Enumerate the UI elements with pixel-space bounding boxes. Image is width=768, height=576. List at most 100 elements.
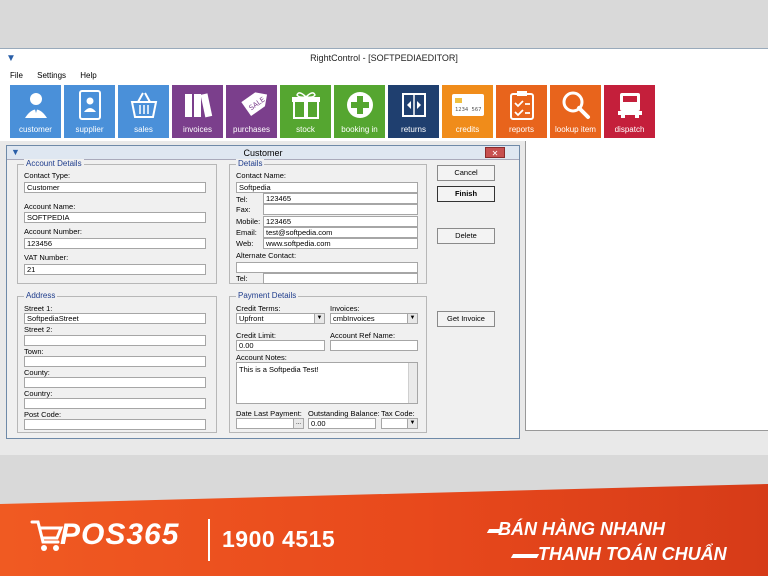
- toolbar-button-sales[interactable]: sales: [118, 85, 169, 138]
- return-box-icon: [388, 90, 439, 120]
- dialog-title-bar: ▼ Customer ✕: [7, 146, 519, 160]
- notes-scrollbar[interactable]: [408, 363, 417, 403]
- account-notes-textarea[interactable]: This is a Softpedia Test!: [236, 362, 418, 404]
- street1-label: Street 1:: [24, 304, 53, 313]
- slogan-stripe: [510, 554, 540, 558]
- credit-terms-value: Upfront: [239, 314, 264, 323]
- menu-help[interactable]: Help: [80, 68, 96, 83]
- toolbar-button-reports[interactable]: reports: [496, 85, 547, 138]
- toolbar-button-customer[interactable]: customer: [10, 85, 61, 138]
- toolbar-button-purchases[interactable]: SALE purchases: [226, 85, 277, 138]
- toolbar-label: dispatch: [614, 125, 645, 134]
- fax-label: Fax:: [236, 205, 251, 214]
- country-field[interactable]: [24, 398, 206, 409]
- menu-settings[interactable]: Settings: [37, 68, 66, 83]
- toolbar-button-dispatch[interactable]: dispatch: [604, 85, 655, 138]
- finish-button[interactable]: Finish: [437, 186, 495, 202]
- chevron-down-icon[interactable]: ▼: [314, 314, 324, 323]
- street1-field[interactable]: SoftpediaStreet: [24, 313, 206, 324]
- contact-name-label: Contact Name:: [236, 171, 287, 180]
- account-number-field[interactable]: 123456: [24, 238, 206, 249]
- toolbar-button-booking-in[interactable]: booking in: [334, 85, 385, 138]
- clipboard-icon: [496, 90, 547, 120]
- magnifier-icon: [550, 90, 601, 120]
- workspace: ▼ Customer ✕ Account Details Contact Typ…: [0, 141, 768, 455]
- dialog-close-button[interactable]: ✕: [485, 147, 505, 158]
- menu-file[interactable]: File: [10, 68, 23, 83]
- contact-type-field[interactable]: Customer: [24, 182, 206, 193]
- mobile-field[interactable]: 123465: [263, 216, 418, 227]
- slogan-line-2: THANH TOÁN CHUẨN: [538, 544, 727, 564]
- email-field[interactable]: test@softpedia.com: [263, 227, 418, 238]
- street2-label: Street 2:: [24, 325, 53, 334]
- toolbar-label: supplier: [75, 125, 104, 134]
- mobile-label: Mobile:: [236, 217, 261, 226]
- background-panel: [525, 141, 768, 431]
- plus-circle-icon: [334, 90, 385, 120]
- date-picker-button[interactable]: ...: [293, 419, 303, 428]
- promo-banner: POS365 1900 4515 BÁN HÀNG NHANH THANH TO…: [0, 474, 768, 576]
- alternate-contact-field[interactable]: [236, 262, 418, 273]
- chevron-down-icon[interactable]: ▼: [407, 419, 417, 428]
- outstanding-balance-field[interactable]: 0.00: [308, 418, 376, 429]
- web-field[interactable]: www.softpedia.com: [263, 238, 418, 249]
- banner-slant: [0, 474, 768, 505]
- toolbar-label: stock: [296, 125, 315, 134]
- toolbar-button-supplier[interactable]: supplier: [64, 85, 115, 138]
- outstanding-balance-label: Outstanding Balance:: [308, 409, 380, 418]
- county-label: County:: [24, 368, 50, 377]
- person-icon: [10, 90, 61, 120]
- sale-tag-icon: SALE: [226, 90, 277, 120]
- account-number-label: Account Number:: [24, 227, 82, 236]
- vat-number-field[interactable]: 21: [24, 264, 206, 275]
- details-legend: Details: [236, 159, 265, 168]
- invoices-value: cmbInvoices: [333, 314, 375, 323]
- invoices-select[interactable]: cmbInvoices ▼: [330, 313, 418, 324]
- post-code-label: Post Code:: [24, 410, 62, 419]
- account-ref-name-field[interactable]: [330, 340, 418, 351]
- alternate-contact-label: Alternate Contact:: [236, 251, 297, 260]
- tel-field[interactable]: 123465: [263, 193, 418, 204]
- toolbar-button-credits[interactable]: 1234 567 credits: [442, 85, 493, 138]
- credit-limit-field[interactable]: 0.00: [236, 340, 325, 351]
- toolbar-label: sales: [134, 125, 153, 134]
- alternate-tel-field[interactable]: [263, 273, 418, 284]
- town-field[interactable]: [24, 356, 206, 367]
- address-legend: Address: [24, 291, 58, 300]
- contact-name-field[interactable]: Softpedia: [236, 182, 418, 193]
- county-field[interactable]: [24, 377, 206, 388]
- date-last-payment-field[interactable]: ...: [236, 418, 304, 429]
- chevron-down-icon[interactable]: ▼: [407, 314, 417, 323]
- toolbar-button-stock[interactable]: stock: [280, 85, 331, 138]
- get-invoice-button[interactable]: Get Invoice: [437, 311, 495, 327]
- account-name-field[interactable]: SOFTPEDIA: [24, 212, 206, 223]
- tax-code-label: Tax Code:: [381, 409, 415, 418]
- window-title: RightControl - [SOFTPEDIAEDITOR]: [310, 53, 458, 63]
- tax-code-select[interactable]: ▼: [381, 418, 418, 429]
- account-name-label: Account Name:: [24, 202, 76, 211]
- toolbar-button-lookup-item[interactable]: lookup item: [550, 85, 601, 138]
- date-last-payment-label: Date Last Payment:: [236, 409, 302, 418]
- toolbar-button-invoices[interactable]: invoices: [172, 85, 223, 138]
- street2-field[interactable]: [24, 335, 206, 346]
- shopping-cart-icon: [30, 520, 64, 551]
- toolbar-label: customer: [19, 125, 52, 134]
- title-bar: ▼ RightControl - [SOFTPEDIAEDITOR]: [0, 49, 768, 68]
- banner-divider: [208, 519, 210, 561]
- main-toolbar: customer supplier sales invoices SALE purchas…: [10, 85, 655, 138]
- binders-icon: [172, 90, 223, 120]
- cancel-button[interactable]: Cancel: [437, 165, 495, 181]
- post-code-field[interactable]: [24, 419, 206, 430]
- contact-type-label: Contact Type:: [24, 171, 71, 180]
- customer-dialog: ▼ Customer ✕ Account Details Contact Typ…: [6, 145, 520, 439]
- credit-terms-select[interactable]: Upfront ▼: [236, 313, 325, 324]
- brand-logo: POS365: [60, 518, 180, 551]
- basket-icon: [118, 90, 169, 120]
- slogan-line-1: BÁN HÀNG NHANH: [498, 519, 665, 539]
- tel-label: Tel:: [236, 195, 248, 204]
- account-details-group: Account Details Contact Type: Customer A…: [17, 159, 217, 284]
- toolbar-button-returns[interactable]: returns: [388, 85, 439, 138]
- payment-details-group: Payment Details Credit Terms: Upfront ▼ I…: [229, 291, 427, 433]
- fax-field[interactable]: [263, 204, 418, 215]
- delete-button[interactable]: Delete: [437, 228, 495, 244]
